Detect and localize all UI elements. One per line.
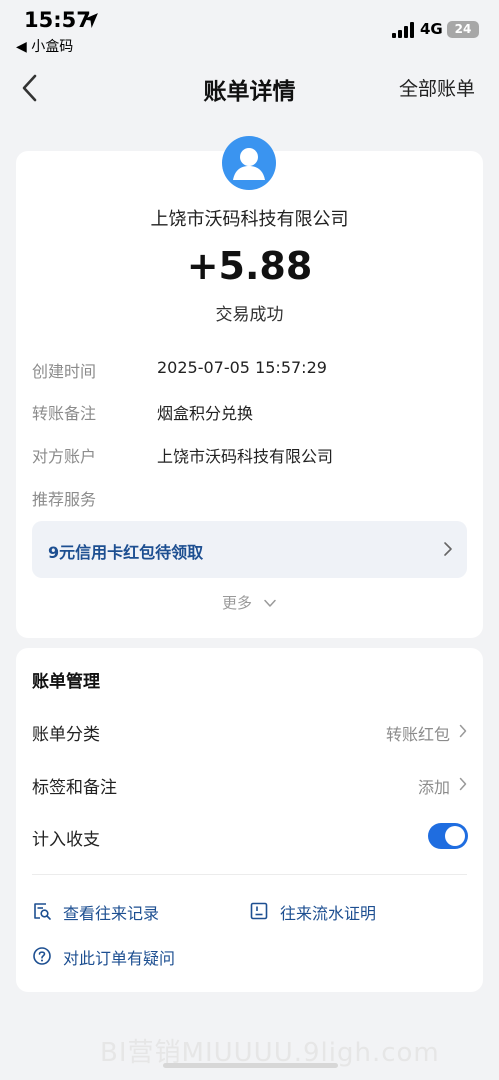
created-time-label: 创建时间 [32, 362, 97, 381]
view-history-link[interactable]: 查看往来记录 [63, 900, 159, 924]
statement-proof-link[interactable]: 往来流水证明 [280, 900, 376, 924]
more-button[interactable]: 更多 [222, 592, 252, 613]
question-circle-icon [33, 947, 51, 965]
counterparty-name: 上饶市沃码科技有限公司 [150, 209, 349, 230]
transfer-note-label: 转账备注 [32, 404, 97, 423]
transaction-amount: +5.88 [186, 244, 313, 288]
tags-notes-value[interactable]: 添加 [418, 774, 450, 798]
bill-category-label[interactable]: 账单分类 [32, 720, 100, 745]
section-title: 账单管理 [32, 672, 100, 692]
search-record-icon [34, 903, 51, 920]
chevron-right-icon [459, 724, 467, 738]
transfer-note-value: 烟盒积分兑换 [157, 404, 254, 423]
include-in-stats-toggle[interactable] [428, 823, 468, 849]
status-time: 15:57 [24, 8, 91, 32]
user-icon [233, 148, 265, 180]
created-time-value: 2025-07-05 15:57:29 [157, 358, 327, 377]
tags-notes-label[interactable]: 标签和备注 [32, 773, 117, 798]
order-question-link[interactable]: 对此订单有疑问 [63, 945, 175, 969]
bill-category-value[interactable]: 转账红包 [386, 721, 450, 745]
statement-doc-icon [250, 902, 268, 920]
counterparty-account-label: 对方账户 [32, 447, 97, 466]
signal-icon [392, 22, 414, 38]
network-type: 4G [420, 20, 443, 38]
promo-text: 9元信用卡红包待领取 [48, 543, 204, 562]
battery-indicator: 24 [447, 21, 479, 38]
chevron-right-icon [444, 542, 452, 556]
bill-management-card [16, 648, 483, 992]
back-to-app-link[interactable]: ◀ 小盒码 [16, 36, 73, 56]
credit-card-promo[interactable]: 9元信用卡红包待领取 [32, 521, 467, 578]
location-arrow-icon [83, 13, 98, 28]
all-bills-link[interactable]: 全部账单 [399, 74, 475, 101]
chevron-right-icon [459, 777, 467, 791]
counterparty-account-value: 上饶市沃码科技有限公司 [157, 447, 334, 466]
transaction-status: 交易成功 [215, 305, 284, 325]
recommended-services-label: 推荐服务 [32, 490, 97, 509]
avatar [222, 136, 276, 190]
home-indicator [163, 1063, 338, 1068]
divider [32, 874, 467, 875]
toggle-knob [445, 826, 465, 846]
include-in-stats-label: 计入收支 [32, 830, 100, 850]
chevron-down-icon [264, 599, 276, 607]
